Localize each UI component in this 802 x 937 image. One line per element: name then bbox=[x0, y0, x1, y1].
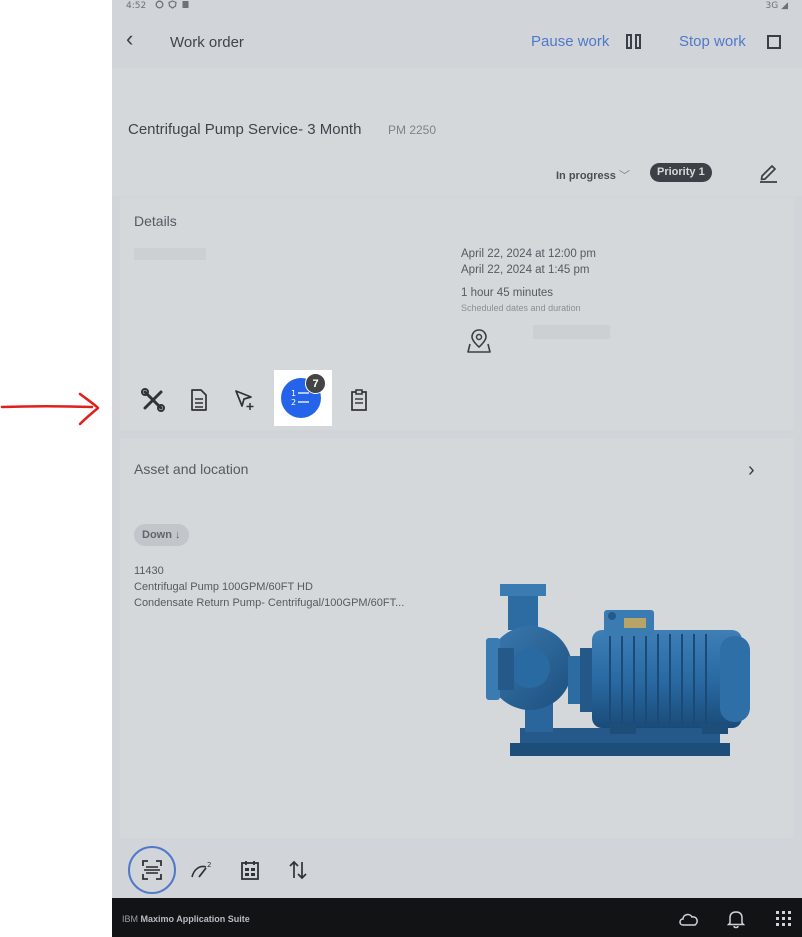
pump-image bbox=[486, 584, 750, 756]
asset-number: 11430 bbox=[134, 565, 164, 577]
sort-icon bbox=[289, 860, 307, 880]
work-order-title: Centrifugal Pump Service- 3 Month bbox=[128, 121, 362, 138]
brand-prefix: IBM bbox=[122, 914, 139, 924]
details-heading: Details bbox=[134, 213, 177, 229]
shield-icon bbox=[168, 0, 177, 9]
scheduled-end: April 22, 2024 at 1:45 pm bbox=[461, 264, 590, 276]
sync-icon bbox=[155, 0, 164, 9]
status-value: In progress bbox=[556, 170, 616, 182]
asset-status-badge: Down ↓ bbox=[134, 524, 189, 546]
details-placeholder bbox=[134, 248, 206, 260]
stop-icon[interactable] bbox=[767, 35, 781, 49]
work-order-toolbar bbox=[130, 380, 268, 420]
work-order-id: PM 2250 bbox=[388, 123, 437, 137]
status-icons bbox=[155, 0, 190, 9]
status-bar: 4:52 3G ◢ bbox=[112, 0, 802, 14]
svg-text:2: 2 bbox=[291, 398, 296, 407]
svg-text:1: 1 bbox=[291, 389, 296, 398]
app-footer: IBM Maximo Application Suite bbox=[112, 898, 802, 937]
svg-text:2: 2 bbox=[207, 861, 211, 869]
sim-icon bbox=[182, 1, 189, 8]
sort-button[interactable] bbox=[280, 852, 316, 888]
duration-caption: Scheduled dates and duration bbox=[461, 303, 581, 313]
brand-name: Maximo Application Suite bbox=[140, 914, 250, 924]
tasks-highlight: 1 2 7 bbox=[274, 370, 332, 426]
clipboard-icon bbox=[351, 389, 367, 411]
bell-icon[interactable] bbox=[727, 909, 745, 929]
assign-button[interactable] bbox=[222, 380, 268, 420]
checklist-button[interactable] bbox=[336, 380, 382, 420]
status-time: 4:52 bbox=[126, 1, 147, 11]
stop-work-button[interactable]: Stop work bbox=[679, 33, 746, 50]
priority-badge: Priority 1 bbox=[650, 163, 712, 182]
annotation-arrow-icon bbox=[0, 392, 100, 426]
asset-heading: Asset and location bbox=[134, 461, 249, 477]
screenshot-stage: 4:52 3G ◢ ‹ Work order Pause work Stop w… bbox=[0, 0, 802, 937]
location-placeholder bbox=[533, 325, 610, 339]
network-type: 3G bbox=[765, 1, 779, 11]
map-pin-icon[interactable] bbox=[465, 326, 493, 356]
asset-location-card[interactable]: Asset and location › Down ↓ 11430 Centri… bbox=[120, 438, 794, 838]
app-switcher-icon[interactable] bbox=[776, 911, 791, 926]
asset-subdescription: Condensate Return Pump- Centrifugal/100G… bbox=[134, 597, 405, 609]
chevron-down-icon: ﹀ bbox=[615, 170, 630, 182]
calendar-button[interactable] bbox=[232, 852, 268, 888]
tablet-screen: 4:52 3G ◢ ‹ Work order Pause work Stop w… bbox=[112, 0, 802, 937]
tools-button[interactable] bbox=[130, 380, 176, 420]
scan-icon bbox=[142, 860, 162, 880]
cloud-icon[interactable] bbox=[678, 911, 700, 927]
cursor-select-icon bbox=[235, 390, 254, 410]
chevron-right-icon[interactable]: › bbox=[748, 460, 755, 480]
meter-icon: 2 bbox=[191, 861, 211, 878]
page-title: Work order bbox=[170, 34, 244, 51]
asset-description: Centrifugal Pump 100GPM/60FT HD bbox=[134, 581, 313, 593]
scan-button[interactable] bbox=[128, 846, 176, 894]
work-order-header: Centrifugal Pump Service- 3 Month PM 225… bbox=[112, 68, 802, 196]
pause-work-button[interactable]: Pause work bbox=[531, 33, 609, 50]
network-indicator: 3G ◢ bbox=[765, 1, 789, 11]
calendar-icon bbox=[241, 861, 259, 880]
tasks-count-badge: 7 bbox=[305, 373, 326, 394]
status-dropdown[interactable]: In progress ﹀ bbox=[556, 167, 630, 183]
scheduled-duration: 1 hour 45 minutes bbox=[461, 287, 554, 299]
tools-icon bbox=[141, 388, 165, 412]
back-button[interactable]: ‹ bbox=[126, 28, 133, 50]
edit-icon[interactable] bbox=[757, 161, 779, 183]
meter-button[interactable]: 2 bbox=[184, 852, 220, 888]
pause-icon[interactable] bbox=[626, 34, 642, 49]
document-button[interactable] bbox=[176, 380, 222, 420]
document-icon bbox=[191, 389, 207, 411]
top-bar: ‹ Work order Pause work Stop work bbox=[112, 14, 802, 68]
brand-label: IBM Maximo Application Suite bbox=[122, 914, 250, 924]
scheduled-start: April 22, 2024 at 12:00 pm bbox=[461, 248, 596, 260]
